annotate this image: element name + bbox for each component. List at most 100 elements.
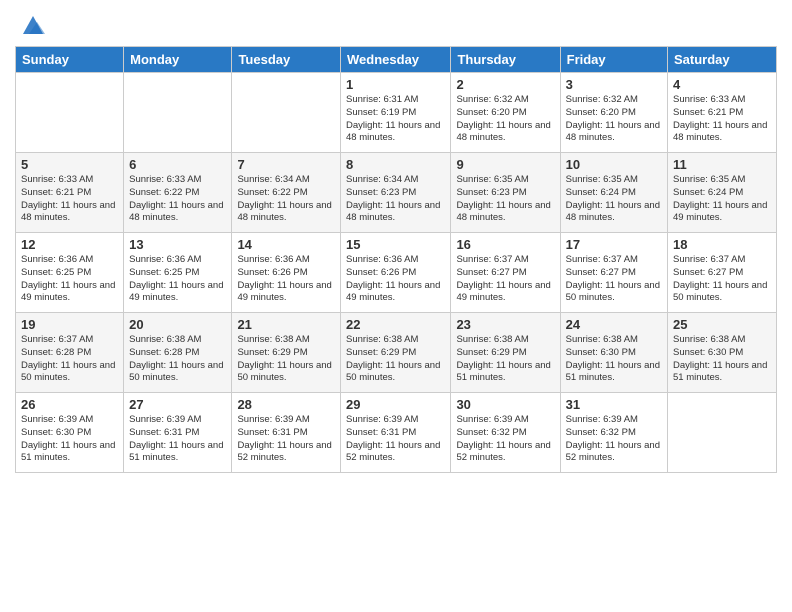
day-info: Sunrise: 6:35 AM Sunset: 6:23 PM Dayligh… xyxy=(456,174,554,225)
day-info: Sunrise: 6:38 AM Sunset: 6:29 PM Dayligh… xyxy=(237,334,335,385)
day-info: Sunrise: 6:39 AM Sunset: 6:30 PM Dayligh… xyxy=(21,414,118,465)
calendar-cell: 28Sunrise: 6:39 AM Sunset: 6:31 PM Dayli… xyxy=(232,393,341,473)
calendar-cell: 8Sunrise: 6:34 AM Sunset: 6:23 PM Daylig… xyxy=(341,153,451,233)
day-number: 8 xyxy=(346,157,445,172)
calendar-cell: 27 Sunrise: 6:39 AM Sunset: 6:31 PM Dayli… xyxy=(124,393,232,473)
day-number: 2 xyxy=(456,77,554,92)
calendar-cell: 12 Sunrise: 6:36 AM Sunset: 6:25 PM Dayli… xyxy=(16,233,124,313)
day-info: Sunrise: 6:37 AM Sunset: 6:27 PM Dayligh… xyxy=(673,254,771,305)
day-number: 7 xyxy=(237,157,335,172)
weekday-header: Monday xyxy=(124,47,232,73)
day-number: 22 xyxy=(346,317,445,332)
calendar-cell: 16 Sunrise: 6:37 AM Sunset: 6:27 PM Dayli… xyxy=(451,233,560,313)
logo-icon xyxy=(19,10,47,38)
day-number: 6 xyxy=(129,157,226,172)
day-number: 21 xyxy=(237,317,335,332)
day-info: Sunrise: 6:37 AM Sunset: 6:28 PM Dayligh… xyxy=(21,334,118,385)
day-number: 15 xyxy=(346,237,445,252)
weekday-header: Friday xyxy=(560,47,667,73)
day-number: 1 xyxy=(346,77,445,92)
day-number: 10 xyxy=(566,157,662,172)
calendar-cell: 11 Sunrise: 6:35 AM Sunset: 6:24 PM Dayli… xyxy=(668,153,777,233)
calendar-cell: 17Sunrise: 6:37 AM Sunset: 6:27 PM Dayli… xyxy=(560,233,667,313)
day-info: Sunrise: 6:39 AM Sunset: 6:31 PM Dayligh… xyxy=(346,414,445,465)
calendar: SundayMondayTuesdayWednesdayThursdayFrid… xyxy=(15,46,777,473)
calendar-week-row: 19 Sunrise: 6:37 AM Sunset: 6:28 PM Dayli… xyxy=(16,313,777,393)
day-number: 12 xyxy=(21,237,118,252)
weekday-header: Thursday xyxy=(451,47,560,73)
day-info: Sunrise: 6:38 AM Sunset: 6:30 PM Dayligh… xyxy=(566,334,662,385)
calendar-week-row: 12 Sunrise: 6:36 AM Sunset: 6:25 PM Dayli… xyxy=(16,233,777,313)
day-info: Sunrise: 6:38 AM Sunset: 6:29 PM Dayligh… xyxy=(346,334,445,385)
day-number: 31 xyxy=(566,397,662,412)
day-number: 27 xyxy=(129,397,226,412)
calendar-cell: 15 Sunrise: 6:36 AM Sunset: 6:26 PM Dayli… xyxy=(341,233,451,313)
calendar-cell xyxy=(16,73,124,153)
day-info: Sunrise: 6:35 AM Sunset: 6:24 PM Dayligh… xyxy=(566,174,662,225)
calendar-cell: 31Sunrise: 6:39 AM Sunset: 6:32 PM Dayli… xyxy=(560,393,667,473)
day-info: Sunrise: 6:39 AM Sunset: 6:31 PM Dayligh… xyxy=(237,414,335,465)
day-info: Sunrise: 6:32 AM Sunset: 6:20 PM Dayligh… xyxy=(566,94,662,145)
day-number: 17 xyxy=(566,237,662,252)
day-number: 3 xyxy=(566,77,662,92)
calendar-cell: 3 Sunrise: 6:32 AM Sunset: 6:20 PM Daylig… xyxy=(560,73,667,153)
day-number: 26 xyxy=(21,397,118,412)
calendar-cell: 2Sunrise: 6:32 AM Sunset: 6:20 PM Daylig… xyxy=(451,73,560,153)
calendar-cell: 21 Sunrise: 6:38 AM Sunset: 6:29 PM Dayli… xyxy=(232,313,341,393)
day-number: 30 xyxy=(456,397,554,412)
day-info: Sunrise: 6:37 AM Sunset: 6:27 PM Dayligh… xyxy=(456,254,554,305)
calendar-cell: 26 Sunrise: 6:39 AM Sunset: 6:30 PM Dayli… xyxy=(16,393,124,473)
calendar-cell xyxy=(124,73,232,153)
calendar-cell: 29Sunrise: 6:39 AM Sunset: 6:31 PM Dayli… xyxy=(341,393,451,473)
day-number: 16 xyxy=(456,237,554,252)
calendar-cell: 6 Sunrise: 6:33 AM Sunset: 6:22 PM Daylig… xyxy=(124,153,232,233)
weekday-header: Tuesday xyxy=(232,47,341,73)
day-number: 20 xyxy=(129,317,226,332)
calendar-cell: 4 Sunrise: 6:33 AM Sunset: 6:21 PM Daylig… xyxy=(668,73,777,153)
day-info: Sunrise: 6:39 AM Sunset: 6:32 PM Dayligh… xyxy=(456,414,554,465)
calendar-cell: 19 Sunrise: 6:37 AM Sunset: 6:28 PM Dayli… xyxy=(16,313,124,393)
weekday-header: Saturday xyxy=(668,47,777,73)
calendar-cell xyxy=(232,73,341,153)
day-info: Sunrise: 6:36 AM Sunset: 6:26 PM Dayligh… xyxy=(346,254,445,305)
day-number: 9 xyxy=(456,157,554,172)
day-info: Sunrise: 6:38 AM Sunset: 6:28 PM Dayligh… xyxy=(129,334,226,385)
day-number: 19 xyxy=(21,317,118,332)
day-number: 5 xyxy=(21,157,118,172)
calendar-cell: 24 Sunrise: 6:38 AM Sunset: 6:30 PM Dayli… xyxy=(560,313,667,393)
day-info: Sunrise: 6:39 AM Sunset: 6:31 PM Dayligh… xyxy=(129,414,226,465)
day-info: Sunrise: 6:33 AM Sunset: 6:22 PM Dayligh… xyxy=(129,174,226,225)
day-info: Sunrise: 6:33 AM Sunset: 6:21 PM Dayligh… xyxy=(21,174,118,225)
calendar-cell: 10 Sunrise: 6:35 AM Sunset: 6:24 PM Dayli… xyxy=(560,153,667,233)
day-info: Sunrise: 6:34 AM Sunset: 6:22 PM Dayligh… xyxy=(237,174,335,225)
page: SundayMondayTuesdayWednesdayThursdayFrid… xyxy=(0,0,792,612)
day-info: Sunrise: 6:36 AM Sunset: 6:25 PM Dayligh… xyxy=(21,254,118,305)
calendar-week-row: 1Sunrise: 6:31 AM Sunset: 6:19 PM Daylig… xyxy=(16,73,777,153)
calendar-cell: 14 Sunrise: 6:36 AM Sunset: 6:26 PM Dayli… xyxy=(232,233,341,313)
day-info: Sunrise: 6:38 AM Sunset: 6:29 PM Dayligh… xyxy=(456,334,554,385)
calendar-cell: 13Sunrise: 6:36 AM Sunset: 6:25 PM Dayli… xyxy=(124,233,232,313)
day-number: 14 xyxy=(237,237,335,252)
calendar-cell: 7 Sunrise: 6:34 AM Sunset: 6:22 PM Daylig… xyxy=(232,153,341,233)
day-info: Sunrise: 6:36 AM Sunset: 6:25 PM Dayligh… xyxy=(129,254,226,305)
day-info: Sunrise: 6:35 AM Sunset: 6:24 PM Dayligh… xyxy=(673,174,771,225)
day-number: 24 xyxy=(566,317,662,332)
calendar-cell: 23 Sunrise: 6:38 AM Sunset: 6:29 PM Dayli… xyxy=(451,313,560,393)
day-info: Sunrise: 6:33 AM Sunset: 6:21 PM Dayligh… xyxy=(673,94,771,145)
day-number: 11 xyxy=(673,157,771,172)
day-number: 23 xyxy=(456,317,554,332)
day-number: 25 xyxy=(673,317,771,332)
calendar-cell xyxy=(668,393,777,473)
day-info: Sunrise: 6:36 AM Sunset: 6:26 PM Dayligh… xyxy=(237,254,335,305)
weekday-header-row: SundayMondayTuesdayWednesdayThursdayFrid… xyxy=(16,47,777,73)
weekday-header: Sunday xyxy=(16,47,124,73)
calendar-cell: 9 Sunrise: 6:35 AM Sunset: 6:23 PM Daylig… xyxy=(451,153,560,233)
calendar-week-row: 26 Sunrise: 6:39 AM Sunset: 6:30 PM Dayli… xyxy=(16,393,777,473)
day-number: 4 xyxy=(673,77,771,92)
calendar-week-row: 5 Sunrise: 6:33 AM Sunset: 6:21 PM Daylig… xyxy=(16,153,777,233)
logo xyxy=(15,10,47,38)
calendar-cell: 30 Sunrise: 6:39 AM Sunset: 6:32 PM Dayli… xyxy=(451,393,560,473)
weekday-header: Wednesday xyxy=(341,47,451,73)
day-number: 18 xyxy=(673,237,771,252)
calendar-cell: 22 Sunrise: 6:38 AM Sunset: 6:29 PM Dayli… xyxy=(341,313,451,393)
